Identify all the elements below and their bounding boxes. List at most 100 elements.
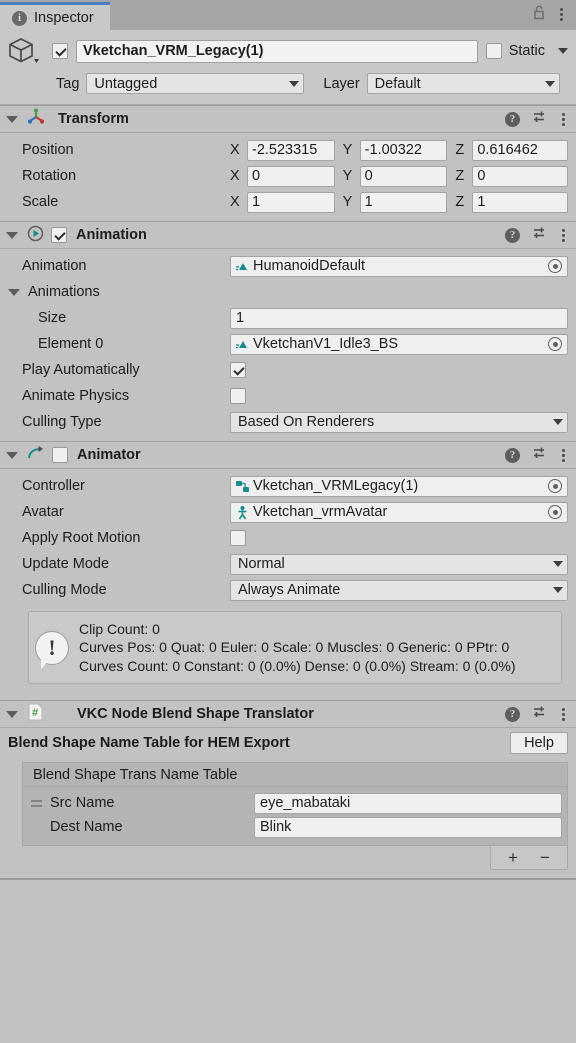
tag-value: Untagged (94, 75, 158, 92)
animation-clip-objectfield[interactable]: HumanoidDefault (230, 255, 568, 277)
preset-settings-icon[interactable] (533, 110, 549, 128)
rotation-y-field[interactable]: 0 (359, 165, 448, 187)
position-x-field[interactable]: -2.523315 (247, 139, 335, 161)
chevron-down-icon (544, 80, 555, 87)
foldout-arrow-icon[interactable] (6, 710, 18, 718)
update-mode-label: Update Mode (22, 556, 110, 572)
layer-dropdown[interactable]: Default (366, 73, 560, 94)
dest-name-field[interactable]: Blink (254, 816, 562, 838)
component-title: VKC Node Blend Shape Translator (77, 706, 314, 723)
update-mode-dropdown[interactable]: Normal (230, 553, 568, 575)
avatar-objectfield[interactable]: Vketchan_vrmAvatar (230, 501, 568, 523)
inspector-tabbar: i Inspector (0, 0, 576, 31)
gameobject-enabled-checkbox[interactable] (52, 43, 68, 59)
object-picker-icon[interactable] (548, 337, 562, 351)
csharp-script-icon: # (27, 703, 44, 725)
kebab-menu-icon[interactable] (562, 112, 566, 126)
culling-mode-dropdown[interactable]: Always Animate (230, 579, 568, 601)
chevron-down-icon (553, 561, 563, 567)
axis-label-z: Z (455, 168, 465, 184)
preset-settings-icon[interactable] (533, 705, 549, 723)
animation-body: Animation HumanoidDefault Animations Siz… (0, 249, 576, 441)
vkc-subtitle: Blend Shape Name Table for HEM Export (8, 735, 290, 752)
gameobject-name-field[interactable]: Vketchan_VRM_Legacy(1) (76, 39, 478, 63)
culling-type-label: Culling Type (22, 414, 102, 430)
play-automatically-checkbox[interactable] (230, 362, 246, 378)
add-row-button[interactable]: + (508, 849, 518, 866)
list-item: Src Name eye_mabataki (28, 791, 562, 815)
static-checkbox[interactable] (485, 43, 502, 59)
culling-type-dropdown[interactable]: Based On Renderers (230, 411, 568, 433)
tab-label: Inspector (34, 10, 94, 26)
position-y-field[interactable]: -1.00322 (359, 139, 448, 161)
gameobject-name-value: Vketchan_VRM_Legacy(1) (83, 43, 264, 59)
component-title: Transform (58, 111, 129, 127)
preset-settings-icon[interactable] (533, 226, 549, 244)
info-icon: i (12, 10, 27, 26)
property-row-animations-foldout[interactable]: Animations (8, 279, 568, 305)
component-header-animator[interactable]: Animator ? (0, 441, 576, 469)
layer-value: Default (374, 75, 421, 92)
remove-row-button[interactable]: − (540, 849, 550, 866)
axis-label-z: Z (455, 194, 465, 210)
rotation-z-field[interactable]: 0 (472, 165, 569, 187)
animate-physics-checkbox[interactable] (230, 388, 246, 404)
preset-settings-icon[interactable] (533, 446, 549, 464)
tag-dropdown[interactable]: Untagged (86, 73, 305, 94)
help-icon[interactable]: ? (505, 227, 520, 243)
kebab-menu-icon[interactable] (560, 7, 564, 21)
help-icon[interactable]: ? (505, 447, 520, 463)
unlocked-padlock-icon[interactable] (532, 4, 546, 24)
src-name-field[interactable]: eye_mabataki (254, 792, 562, 814)
object-picker-icon[interactable] (548, 479, 562, 493)
update-mode-value: Normal (238, 556, 285, 572)
blend-shape-list-header[interactable]: Blend Shape Trans Name Table (22, 762, 568, 787)
kebab-menu-icon[interactable] (562, 707, 566, 721)
component-title: Animation (76, 227, 147, 243)
dest-name-label: Dest Name (50, 819, 123, 836)
drag-handle-icon[interactable] (28, 799, 44, 807)
controller-objectfield[interactable]: Vketchan_VRMLegacy(1) (230, 475, 568, 497)
list-item: Dest Name Blink (28, 815, 562, 839)
animate-physics-label: Animate Physics (22, 388, 130, 404)
animator-enabled-checkbox[interactable] (52, 447, 68, 463)
help-button[interactable]: Help (510, 732, 568, 755)
size-field[interactable]: 1 (230, 307, 568, 329)
property-row-update-mode: Update Mode Normal (8, 551, 568, 577)
help-icon[interactable]: ? (505, 111, 520, 127)
foldout-arrow-icon[interactable] (6, 115, 18, 123)
size-label: Size (38, 310, 67, 326)
scale-label: Scale (22, 194, 59, 210)
help-icon[interactable]: ? (505, 706, 520, 722)
tab-inspector[interactable]: i Inspector (0, 2, 110, 31)
animator-info-box: ! Clip Count: 0 Curves Pos: 0 Quat: 0 Eu… (28, 611, 562, 685)
object-picker-icon[interactable] (548, 259, 562, 273)
object-picker-icon[interactable] (548, 505, 562, 519)
property-row-culling-mode: Culling Mode Always Animate (8, 577, 568, 603)
rotation-x-field[interactable]: 0 (247, 165, 335, 187)
kebab-menu-icon[interactable] (562, 228, 566, 242)
cube-icon[interactable] (8, 35, 44, 67)
foldout-arrow-icon[interactable] (6, 231, 18, 239)
static-dropdown-caret-icon[interactable] (558, 48, 568, 54)
scale-y-field[interactable]: 1 (359, 191, 448, 213)
animations-foldout-arrow-icon[interactable] (8, 288, 20, 296)
component-header-transform[interactable]: Transform ? (0, 105, 576, 133)
apply-root-motion-checkbox[interactable] (230, 530, 246, 546)
component-header-vkc-node-blend-shape-translator[interactable]: # VKC Node Blend Shape Translator ? (0, 700, 576, 729)
position-z-field[interactable]: 0.616462 (472, 139, 569, 161)
gameobject-header: Vketchan_VRM_Legacy(1) Static Tag Untagg… (0, 30, 576, 105)
kebab-menu-icon[interactable] (562, 448, 566, 462)
avatar-icon (235, 505, 250, 520)
tag-label: Tag (56, 75, 80, 92)
animation-enabled-checkbox[interactable] (51, 227, 67, 243)
foldout-arrow-icon[interactable] (6, 451, 18, 459)
component-header-animation[interactable]: Animation ? (0, 221, 576, 249)
property-row-size: Size 1 (8, 305, 568, 331)
axis-label-x: X (230, 168, 240, 184)
scale-z-field[interactable]: 1 (472, 191, 569, 213)
apply-root-motion-label: Apply Root Motion (22, 530, 141, 546)
animation-clip-label: Animation (22, 258, 87, 274)
scale-x-field[interactable]: 1 (247, 191, 335, 213)
element0-objectfield[interactable]: VketchanV1_Idle3_BS (230, 333, 568, 355)
